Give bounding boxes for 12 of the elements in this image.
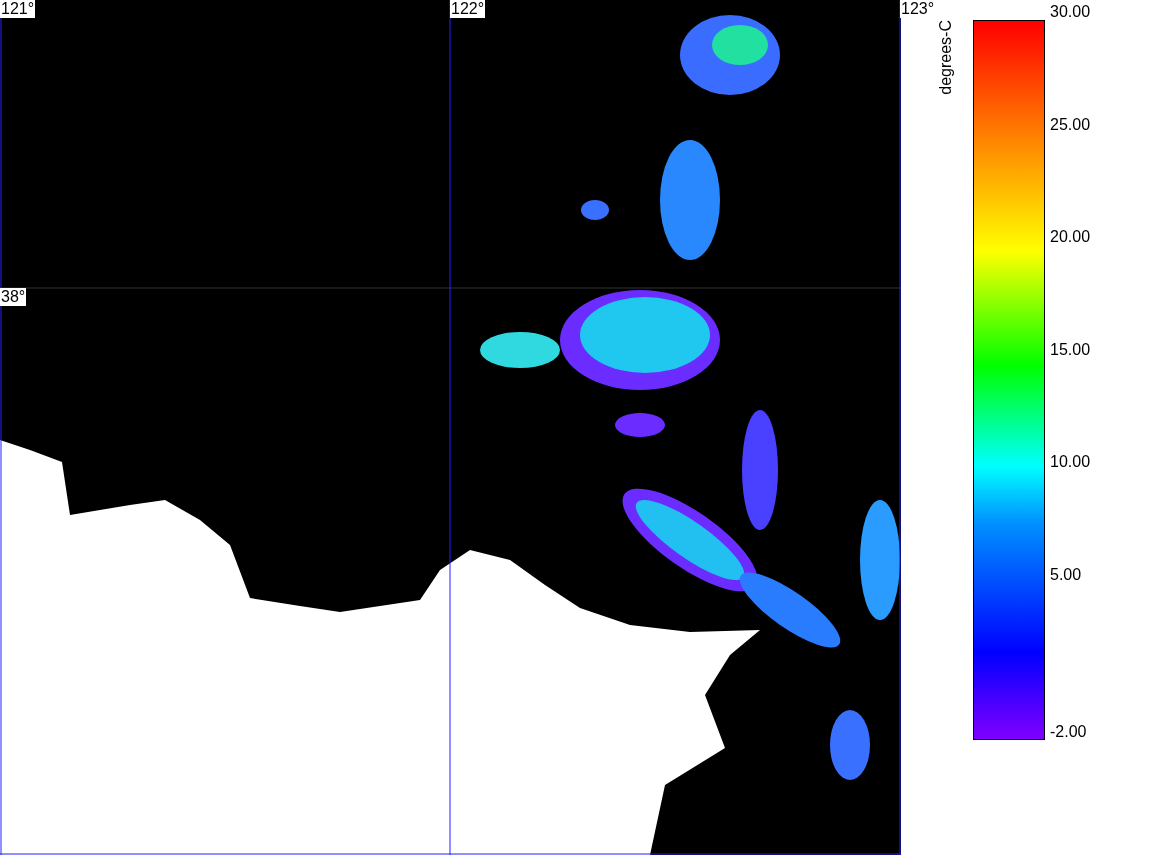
colorbar-tick-label: 10.00 bbox=[1049, 453, 1091, 471]
longitude-label: 122° bbox=[450, 0, 486, 18]
longitude-label: 121° bbox=[0, 0, 36, 18]
colorbar-tick-label: 20.00 bbox=[1049, 228, 1091, 246]
colorbar-tick-label: -2.00 bbox=[1049, 722, 1088, 741]
colorbar-tick-label: 25.00 bbox=[1049, 115, 1091, 134]
latitude-label: 38° bbox=[0, 288, 27, 306]
colorbar-tick-label: 30.00 bbox=[1049, 3, 1091, 21]
colorbar-tick-label: 15.00 bbox=[1049, 340, 1091, 359]
colorbar-title: degrees-C bbox=[937, 20, 955, 95]
longitude-label: 123° bbox=[900, 0, 936, 18]
colorbar-tick-label: 5.00 bbox=[1049, 565, 1083, 584]
